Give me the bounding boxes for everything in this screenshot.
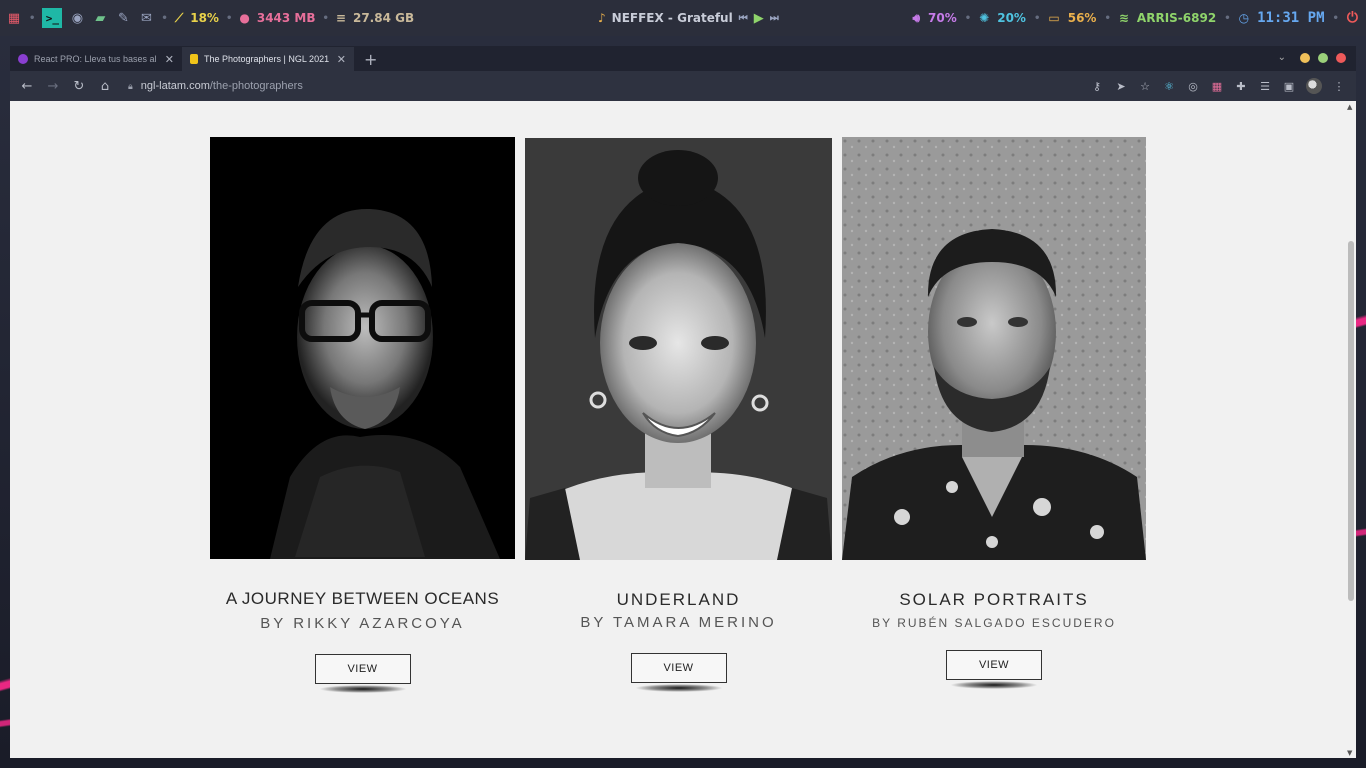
key-icon[interactable]: ⚷ (1090, 80, 1104, 93)
editor-icon[interactable]: ✎ (115, 10, 131, 26)
cpu-icon: ⟋ (174, 10, 184, 25)
wifi-icon[interactable]: ≋ (1119, 11, 1129, 25)
photographer-photo[interactable] (842, 137, 1146, 560)
close-window-button[interactable] (1336, 52, 1346, 63)
apps-grid-icon[interactable]: ▦ (6, 10, 22, 26)
battery-icon: ▭ (1048, 11, 1060, 25)
window-controls: ⌄ (1278, 52, 1346, 63)
view-button[interactable]: VIEW (630, 653, 727, 683)
reload-icon[interactable]: ↻ (72, 79, 86, 94)
browser-window: React PRO: Lleva tus bases al si ✕ The P… (10, 46, 1356, 758)
photographer-photo[interactable] (210, 137, 515, 559)
project-title: A JOURNEY BETWEEN OCEANS (225, 589, 500, 608)
photographer-card: SOLAR PORTRAITS BY RUBÉN SALGADO ESCUDER… (842, 137, 1146, 690)
next-track-icon[interactable]: ⏭ (770, 13, 779, 24)
now-playing: NEFFEX - Grateful (611, 11, 733, 25)
view-button[interactable]: VIEW (314, 654, 411, 684)
chat-icon[interactable]: ✉ (138, 10, 154, 26)
menu-kebab-icon[interactable]: ⋮ (1332, 80, 1346, 93)
memory-icon: ● (239, 11, 250, 25)
tab-title: The Photographers | NGL 2021 (204, 54, 330, 64)
project-title: UNDERLAND (616, 590, 741, 609)
new-tab-button[interactable]: + (354, 47, 387, 71)
maximize-button[interactable] (1318, 52, 1328, 63)
extension-calendar-icon[interactable]: ▦ (1210, 80, 1224, 93)
previous-track-icon[interactable]: ⏮ (739, 13, 748, 24)
reading-list-icon[interactable]: ☰ (1258, 80, 1272, 93)
minimize-button[interactable] (1300, 52, 1310, 63)
brightness-level: 20% (997, 11, 1026, 25)
scroll-down-icon[interactable]: ▼ (1347, 749, 1352, 757)
folder-icon[interactable]: ▰ (92, 10, 108, 26)
extension-circle-icon[interactable]: ◎ (1186, 80, 1200, 93)
brightness-icon[interactable]: ✺ (979, 11, 989, 25)
tab-search-chevron-icon[interactable]: ⌄ (1278, 52, 1286, 63)
url-host: ngl-latam.com (140, 80, 210, 92)
scrollbar-thumb[interactable] (1348, 241, 1354, 601)
volume-level: 70% (928, 11, 957, 25)
play-icon[interactable]: ▶ (754, 11, 764, 26)
tab-title: React PRO: Lleva tus bases al si (34, 54, 159, 64)
bookmark-star-icon[interactable]: ☆ (1138, 80, 1152, 93)
tab-the-photographers[interactable]: The Photographers | NGL 2021 ✕ (182, 47, 354, 71)
project-byline: BY TAMARA MERINO (580, 614, 777, 631)
tab-favicon-icon (190, 54, 198, 64)
profile-avatar[interactable] (1306, 78, 1322, 94)
send-icon[interactable]: ➤ (1114, 80, 1128, 93)
system-top-bar: ▦ • >_ ◉ ▰ ✎ ✉ • ⟋ 18% • ● 3443 MB • ≡ 2… (0, 0, 1366, 36)
wifi-network: ARRIS-6892 (1136, 11, 1217, 25)
portrait-image (210, 137, 515, 559)
tab-favicon-icon (18, 54, 28, 64)
tab-strip: React PRO: Lleva tus bases al si ✕ The P… (10, 46, 1356, 71)
clock-icon: ◷ (1238, 11, 1250, 25)
terminal-icon[interactable]: >_ (42, 8, 63, 28)
disk-icon: ≡ (335, 11, 346, 25)
disk-usage: 27.84 GB (352, 11, 415, 25)
project-byline: BY RIKKY AZARCOYA (260, 615, 465, 632)
battery-level: 56% (1067, 11, 1097, 25)
view-button[interactable]: VIEW (946, 650, 1042, 680)
page-viewport: A JOURNEY BETWEEN OCEANS BY RIKKY AZARCO… (10, 101, 1356, 758)
tab-react-pro[interactable]: React PRO: Lleva tus bases al si ✕ (10, 47, 182, 71)
page-scrollbar[interactable]: ▲ ▼ (1346, 101, 1356, 758)
clock-time: 11:31 PM (1257, 10, 1325, 26)
photographer-photo[interactable] (525, 138, 832, 560)
lock-icon: 🔒︎ (128, 80, 133, 91)
side-panel-icon[interactable]: ▣ (1282, 80, 1296, 93)
scroll-up-icon[interactable]: ▲ (1347, 103, 1352, 111)
project-title: SOLAR PORTRAITS (899, 590, 1089, 609)
power-icon[interactable]: ⏻ (1347, 10, 1358, 26)
volume-icon[interactable]: 🔊︎ (912, 11, 920, 26)
forward-icon[interactable]: → (46, 79, 60, 94)
close-tab-icon[interactable]: ✕ (337, 53, 346, 66)
cpu-usage: 18% (190, 11, 219, 25)
photographer-card: UNDERLAND BY TAMARA MERINO VIEW (525, 137, 832, 693)
music-note-icon: ♪ (598, 11, 606, 25)
browser-icon[interactable]: ◉ (69, 10, 85, 26)
portrait-image (842, 137, 1146, 560)
back-icon[interactable]: ← (20, 79, 34, 94)
extensions-puzzle-icon[interactable]: ✚ (1234, 80, 1248, 93)
address-bar: ← → ↻ ⌂ 🔒︎ ngl-latam.com/the-photographe… (10, 71, 1356, 101)
memory-usage: 3443 MB (256, 11, 316, 25)
close-tab-icon[interactable]: ✕ (165, 53, 174, 66)
react-devtools-icon[interactable]: ⚛ (1162, 80, 1176, 93)
extensions-bar: ⚷ ➤ ☆ ⚛ ◎ ▦ ✚ ☰ ▣ ⋮ (1090, 71, 1346, 101)
portrait-image (525, 138, 832, 560)
home-icon[interactable]: ⌂ (98, 79, 112, 94)
url-path: /the-photographers (209, 80, 303, 92)
project-byline: BY RUBÉN SALGADO ESCUDERO (872, 616, 1116, 630)
url-field[interactable]: 🔒︎ ngl-latam.com/the-photographers (128, 80, 303, 92)
photographer-card: A JOURNEY BETWEEN OCEANS BY RIKKY AZARCO… (210, 137, 515, 694)
